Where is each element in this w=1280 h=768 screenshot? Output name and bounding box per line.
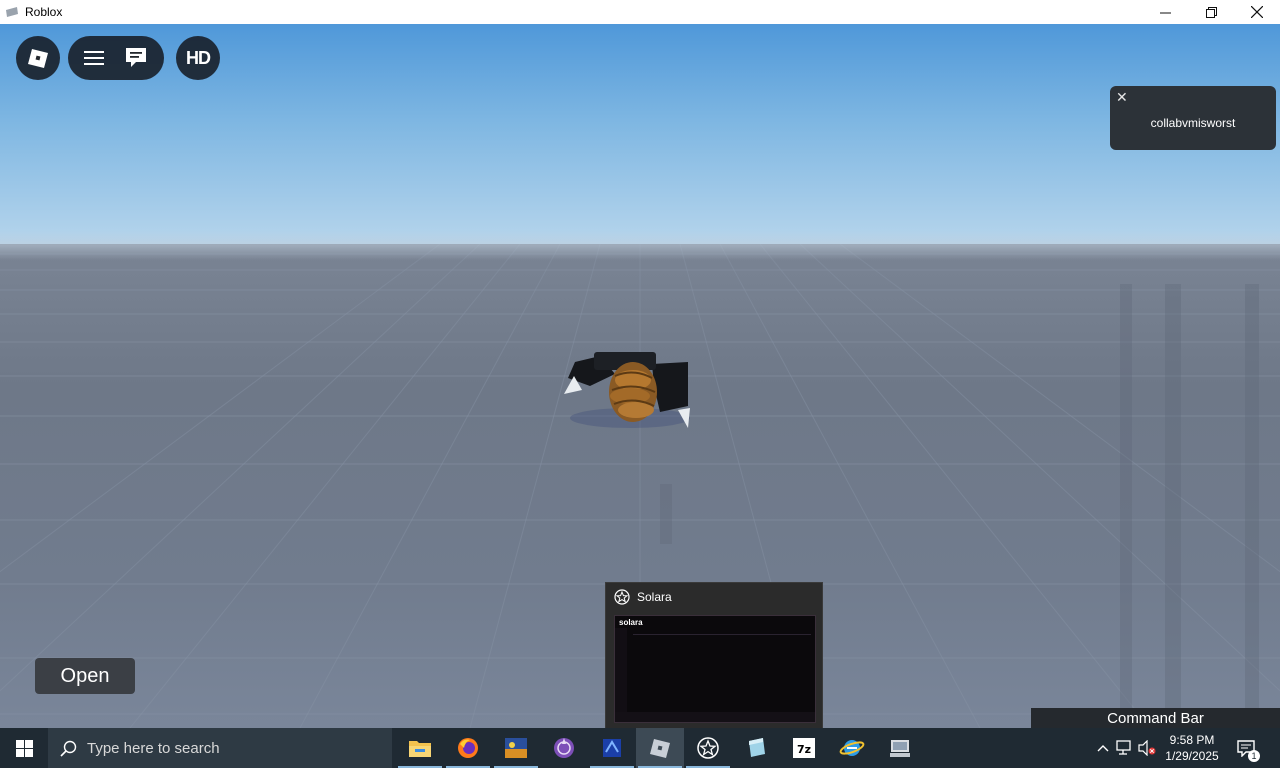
- horizon: [0, 230, 1280, 260]
- windows-taskbar: Type here to search 7z 9:58 PM 1/29/2025…: [0, 728, 1280, 768]
- roblox-app-icon: [6, 7, 18, 17]
- command-bar[interactable]: Command Bar: [1031, 708, 1280, 728]
- taskbar-file-explorer[interactable]: [396, 728, 444, 768]
- roblox-menu-button[interactable]: [16, 36, 60, 80]
- open-button[interactable]: Open: [35, 658, 135, 694]
- blue-tool-icon: [603, 739, 621, 757]
- notification-badge: 1: [1248, 750, 1260, 762]
- thumbnail-tabs: [633, 630, 811, 635]
- solara-star-icon: [697, 737, 719, 759]
- show-hidden-icons-button[interactable]: [1092, 728, 1114, 768]
- notification-toast: ✕ collabvmisworst: [1110, 86, 1276, 150]
- clock-time: 9:58 PM: [1169, 733, 1215, 747]
- notes-app-icon: [749, 738, 765, 757]
- thumbnail-title: solara: [619, 618, 643, 627]
- hamburger-menu-icon[interactable]: [84, 50, 104, 66]
- action-center-button[interactable]: 1: [1226, 728, 1266, 768]
- taskbar-apps: 7z: [396, 728, 924, 768]
- 7zip-icon: 7z: [793, 738, 815, 758]
- network-drive-icon: [890, 740, 910, 757]
- chevron-up-icon: [1097, 745, 1109, 752]
- roblox-icon: [650, 739, 670, 758]
- windows-logo-icon: [15, 739, 33, 757]
- taskbar-clock[interactable]: 9:58 PM 1/29/2025: [1158, 732, 1226, 764]
- preview-thumbnail: solara: [614, 615, 816, 723]
- window-title: Roblox: [25, 5, 63, 19]
- game-launcher-icon: [505, 738, 527, 758]
- minimize-icon: [1159, 12, 1171, 13]
- network-tray-button[interactable]: [1114, 728, 1136, 768]
- taskbar-internet-explorer[interactable]: [828, 728, 876, 768]
- start-button[interactable]: [0, 728, 48, 768]
- internet-explorer-icon: [839, 740, 865, 756]
- window-titlebar: Roblox: [0, 0, 1280, 24]
- volume-muted-icon: [1138, 740, 1156, 756]
- taskbar-roblox[interactable]: [636, 728, 684, 768]
- taskbar-app-3[interactable]: [492, 728, 540, 768]
- system-tray: 9:58 PM 1/29/2025 1: [1092, 728, 1266, 768]
- network-icon: [1116, 740, 1131, 755]
- toast-text: collabvmisworst: [1150, 116, 1236, 130]
- taskbar-app-4[interactable]: [540, 728, 588, 768]
- close-button[interactable]: [1234, 0, 1280, 24]
- roblox-logo-icon: [28, 49, 48, 68]
- solara-icon: [614, 589, 630, 605]
- thumbnail-bottom-bar: [615, 712, 815, 722]
- thumbnail-sidebar: [615, 628, 627, 722]
- close-icon: [1251, 6, 1263, 18]
- toast-close-icon[interactable]: ✕: [1116, 89, 1128, 106]
- minimize-button[interactable]: [1142, 0, 1188, 24]
- clock-date: 1/29/2025: [1165, 749, 1219, 763]
- taskbar-app-8[interactable]: [732, 728, 780, 768]
- volume-tray-button[interactable]: [1136, 728, 1158, 768]
- player-character[interactable]: [560, 334, 700, 434]
- preview-title: Solara: [637, 590, 672, 604]
- chat-icon[interactable]: [124, 47, 148, 69]
- taskbar-search[interactable]: Type here to search: [48, 728, 392, 768]
- restore-icon: [1205, 6, 1217, 18]
- solara-taskbar-preview[interactable]: Solara solara: [605, 582, 823, 728]
- tor-browser-icon: [554, 738, 574, 758]
- svg-text:7z: 7z: [797, 743, 811, 756]
- folder-icon: [409, 741, 431, 757]
- menu-chat-group: [68, 36, 164, 80]
- taskbar-firefox[interactable]: [444, 728, 492, 768]
- taskbar-7zip[interactable]: 7z: [780, 728, 828, 768]
- game-viewport[interactable]: HD ✕ collabvmisworst Open Command Bar So…: [0, 24, 1280, 728]
- search-placeholder: Type here to search: [87, 739, 220, 757]
- taskbar-solara[interactable]: [684, 728, 732, 768]
- taskbar-app-5[interactable]: [588, 728, 636, 768]
- hd-admin-button[interactable]: HD: [176, 36, 220, 80]
- restore-button[interactable]: [1188, 0, 1234, 24]
- firefox-icon: [458, 738, 478, 758]
- taskbar-app-11[interactable]: [876, 728, 924, 768]
- search-icon: [60, 740, 77, 757]
